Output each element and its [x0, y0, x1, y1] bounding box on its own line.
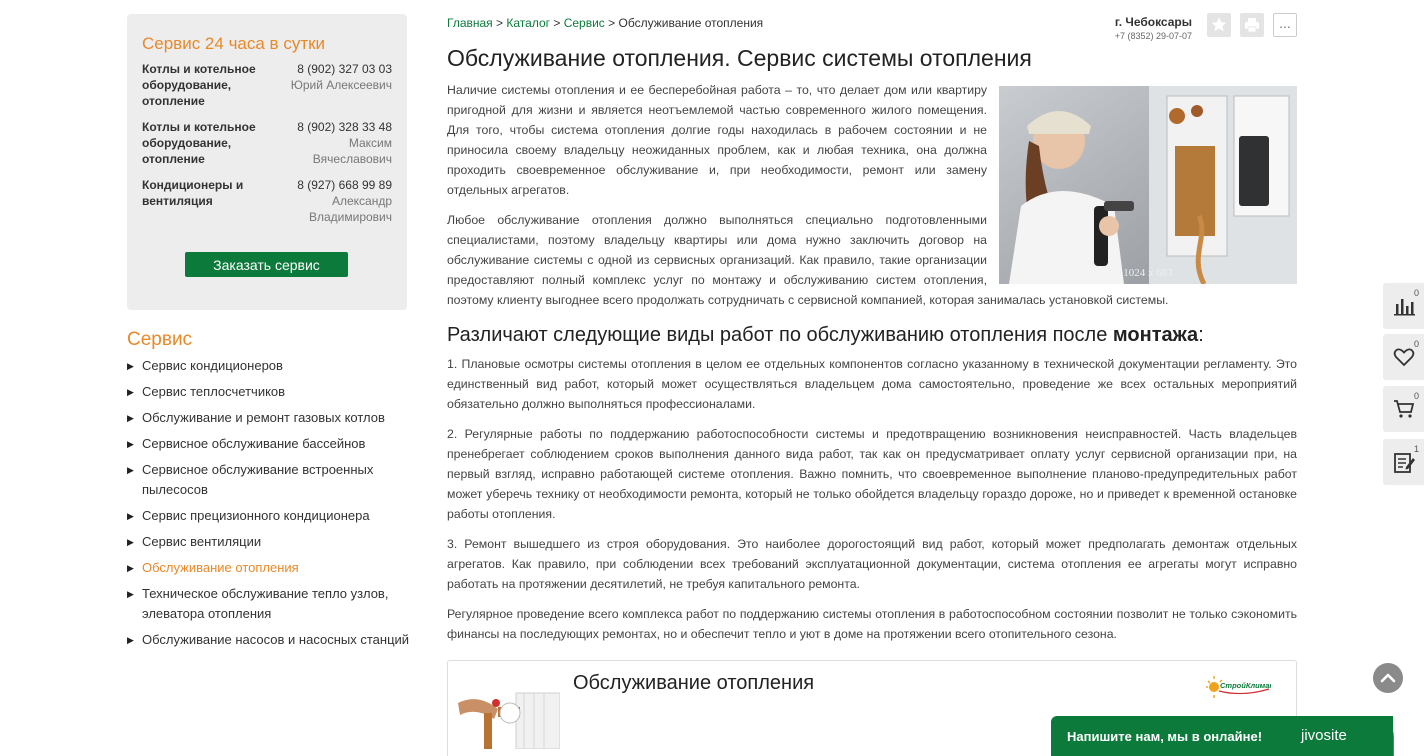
sidebar-menu-item[interactable]: ▶ Обслуживание и ремонт газовых котлов: [127, 408, 412, 428]
sidebar-menu-item[interactable]: ▶ Сервисное обслуживание встроенных пылес…: [127, 460, 412, 500]
service-phone[interactable]: 8 (902) 328 33 48: [272, 119, 392, 135]
service-person: Александр Владимирович: [308, 194, 392, 224]
sidebar-menu-title: Сервис: [127, 329, 193, 350]
star-icon: [1207, 13, 1231, 37]
image-size-caption: 1024 x 683: [1123, 267, 1173, 279]
service-box-title: Сервис 24 часа в сутки: [142, 34, 326, 53]
city-selector[interactable]: г. Чебоксары: [1090, 15, 1192, 29]
sidebar-menu-item[interactable]: ▶ Сервис кондиционеров: [127, 356, 412, 376]
heart-icon: [1393, 348, 1415, 367]
more-options-button[interactable]: ...: [1273, 13, 1297, 37]
service-category: Котлы и котельное оборудование, отоплени…: [142, 120, 256, 166]
sidebar-menu-item-label: Техническое обслуживание тепло узлов, эл…: [142, 586, 389, 621]
service-card-title[interactable]: Обслуживание отопления: [573, 672, 814, 695]
sidebar-menu-item-label: Сервисное обслуживание встроенных пылесо…: [142, 462, 374, 497]
service-24h-box: Сервис 24 часа в сутки Котлы и котельное…: [127, 14, 407, 310]
scroll-to-top-button[interactable]: [1373, 663, 1403, 693]
article-paragraph: Регулярное проведение всего комплекса ра…: [447, 607, 1297, 641]
sidebar-menu-item[interactable]: ▶ Техническое обслуживание тепло узлов, э…: [127, 584, 412, 624]
cart-icon: [1394, 400, 1415, 418]
service-category: Кондиционеры и вентиляция: [142, 178, 244, 208]
order-service-button[interactable]: Заказать сервис: [185, 252, 348, 277]
radiator-thermostat-image: [458, 673, 560, 749]
orders-widget[interactable]: 1: [1383, 439, 1424, 485]
breadcrumb-home[interactable]: Главная: [447, 16, 493, 30]
sidebar-menu-item-label: Сервисное обслуживание бассейнов: [142, 436, 366, 451]
breadcrumb-current: Обслуживание отопления: [618, 16, 764, 30]
chevron-up-icon: [1380, 673, 1396, 683]
sidebar-menu-item-label: Обслуживание насосов и насосных станций: [142, 632, 410, 647]
service-contact: 8 (902) 327 03 03 Юрий Алексеевич: [272, 61, 392, 93]
cart-widget[interactable]: 0: [1383, 386, 1424, 432]
article-paragraph: 2. Регулярные работы по поддержанию рабо…: [447, 427, 1297, 521]
add-to-favorites-button[interactable]: [1207, 13, 1231, 37]
header-phone[interactable]: +7 (8352) 29-07-07: [1090, 31, 1192, 41]
triangle-bullet-icon: ▶: [127, 413, 134, 423]
breadcrumb-service[interactable]: Сервис: [564, 16, 605, 30]
section-heading: Различают следующие виды работ по обслуж…: [447, 324, 1204, 346]
bar-chart-icon: [1394, 299, 1415, 316]
service-category: Котлы и котельное оборудование, отоплени…: [142, 62, 256, 108]
brand-logo: СтройКлимат: [1205, 673, 1276, 699]
triangle-bullet-icon: ▶: [127, 563, 134, 573]
sidebar-menu-item[interactable]: ▶ Сервис прецизионного кондиционера: [127, 506, 412, 526]
service-person: Юрий Алексеевич: [290, 78, 392, 92]
compare-widget[interactable]: 0: [1383, 283, 1424, 329]
sidebar-menu-item-label: Обслуживание отопления: [142, 560, 299, 575]
breadcrumb-separator: >: [496, 16, 504, 30]
page-title: Обслуживание отопления. Сервис системы о…: [447, 45, 1032, 71]
triangle-bullet-icon: ▶: [127, 635, 134, 645]
chat-invite-text: Напишите нам, мы в онлайне!: [1067, 729, 1263, 744]
service-phone[interactable]: 8 (927) 668 99 89: [272, 177, 392, 193]
section-heading-bold: монтажа: [1112, 324, 1199, 346]
article-body: 1024 x 683 Наличие системы отопления и е…: [447, 80, 1297, 654]
sidebar-menu-item-label: Сервис кондиционеров: [142, 358, 283, 373]
sidebar-menu: ▶ Сервис кондиционеров ▶ Сервис теплосчетчи…: [127, 356, 412, 656]
sidebar-menu-item[interactable]: ▶ Сервис вентиляции: [127, 532, 412, 552]
triangle-bullet-icon: ▶: [127, 537, 134, 547]
service-contact: 8 (902) 328 33 48 Максим Вячеславович: [272, 119, 392, 167]
service-person: Максим Вячеславович: [312, 136, 392, 166]
service-phone[interactable]: 8 (902) 327 03 03: [272, 61, 392, 77]
triangle-bullet-icon: ▶: [127, 465, 134, 475]
favorites-widget[interactable]: 0: [1383, 334, 1424, 380]
service-contact: 8 (927) 668 99 89 Александр Владимирович: [272, 177, 392, 225]
sidebar-menu-item[interactable]: ▶ Обслуживание отопления: [127, 558, 412, 578]
sidebar-menu-item-label: Сервис теплосчетчиков: [142, 384, 286, 399]
hero-image[interactable]: 1024 x 683: [999, 86, 1297, 284]
triangle-bullet-icon: ▶: [127, 361, 134, 371]
article-paragraph: 1. Плановые осмотры системы отопления в …: [447, 357, 1297, 411]
print-button[interactable]: [1240, 13, 1264, 37]
breadcrumb-separator: >: [553, 16, 561, 30]
breadcrumb-catalog[interactable]: Каталог: [506, 16, 550, 30]
technician-photo: [999, 86, 1297, 284]
breadcrumb-separator: >: [608, 16, 616, 30]
sidebar-menu-item[interactable]: ▶ Сервис теплосчетчиков: [127, 382, 412, 402]
svg-text:СтройКлимат: СтройКлимат: [1220, 681, 1271, 690]
triangle-bullet-icon: ▶: [127, 589, 134, 599]
breadcrumb: Главная > Каталог > Сервис > Обслуживани…: [447, 16, 763, 30]
sidebar-menu-item[interactable]: ▶ Обслуживание насосов и насосных станций: [127, 630, 412, 650]
printer-icon: [1240, 13, 1264, 37]
sidebar-menu-item-label: Сервис вентиляции: [142, 534, 262, 549]
online-chat-widget[interactable]: Напишите нам, мы в онлайне! jivosite: [1051, 716, 1393, 756]
triangle-bullet-icon: ▶: [127, 511, 134, 521]
jivosite-logo: jivosite: [1301, 727, 1347, 744]
triangle-bullet-icon: ▶: [127, 387, 134, 397]
order-form-icon: [1394, 453, 1415, 473]
sidebar-menu-item-label: Обслуживание и ремонт газовых котлов: [142, 410, 385, 425]
article-paragraph: 3. Ремонт вышедшего из строя оборудовани…: [447, 537, 1297, 591]
sidebar-menu-item[interactable]: ▶ Сервисное обслуживание бассейнов: [127, 434, 412, 454]
sidebar-menu-item-label: Сервис прецизионного кондиционера: [142, 508, 370, 523]
stroyklimat-logo: СтройКлимат: [1206, 676, 1276, 698]
triangle-bullet-icon: ▶: [127, 439, 134, 449]
